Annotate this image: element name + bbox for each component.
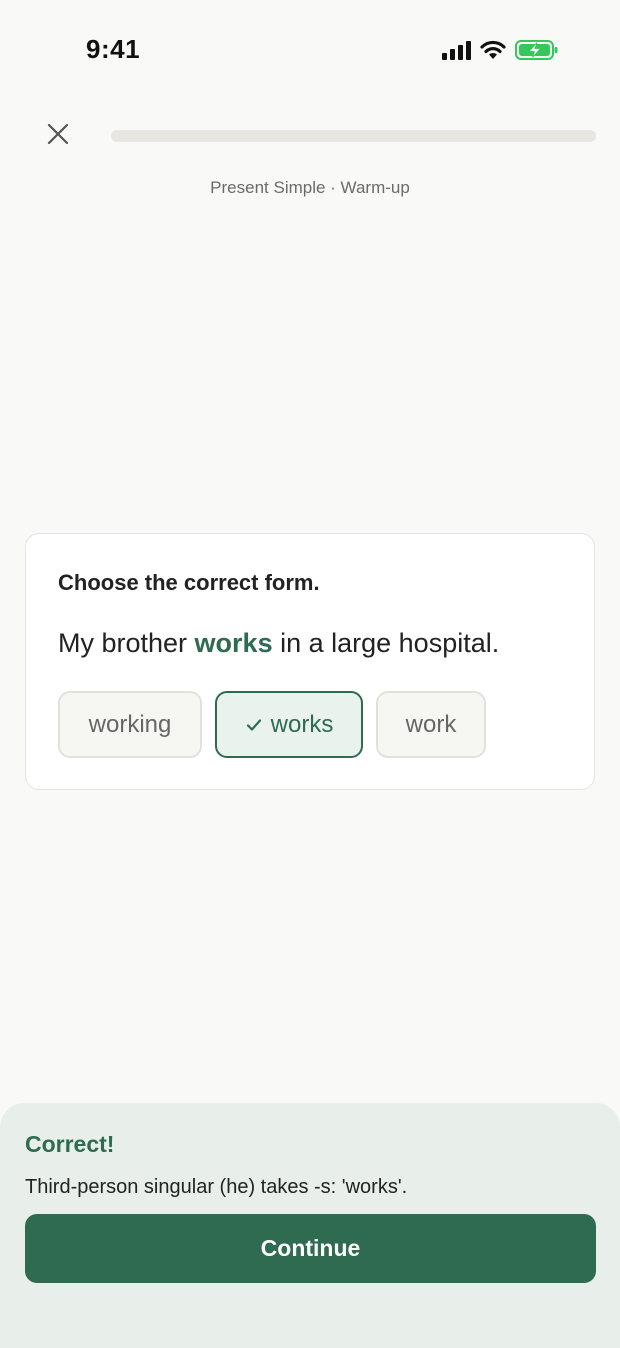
battery-charging-icon (515, 39, 559, 61)
feedback-explanation: Third-person singular (he) takes -s: 'wo… (25, 1176, 408, 1198)
question-instruction: Choose the correct form. (58, 570, 320, 595)
answer-options: working works work (58, 691, 486, 758)
signal-icon (442, 40, 471, 60)
check-icon (245, 716, 263, 734)
sentence-before: My brother (58, 628, 195, 658)
feedback-title: Correct! (25, 1131, 115, 1157)
option-works[interactable]: works (215, 691, 363, 758)
status-time: 9:41 (86, 34, 141, 64)
continue-button[interactable]: Continue (25, 1214, 596, 1283)
sentence-answer: works (194, 628, 273, 658)
sentence-after: in a large hospital. (272, 628, 500, 658)
option-working[interactable]: working (58, 691, 202, 758)
wifi-icon (479, 39, 507, 61)
feedback-sheet: Correct! Third-person singular (he) take… (0, 1103, 620, 1348)
lesson-progress-bar (111, 130, 596, 142)
status-icons (442, 38, 559, 62)
lesson-title: Present Simple · Warm-up (210, 178, 410, 197)
question-card: Choose the correct form. My brother work… (25, 533, 595, 790)
close-icon[interactable] (44, 120, 72, 148)
option-work[interactable]: work (376, 691, 486, 758)
option-label: works (270, 710, 334, 738)
option-label: working (88, 710, 172, 738)
question-sentence: My brother works in a large hospital. (58, 628, 499, 659)
option-label: work (405, 710, 457, 738)
status-bar: 9:41 (0, 0, 620, 100)
